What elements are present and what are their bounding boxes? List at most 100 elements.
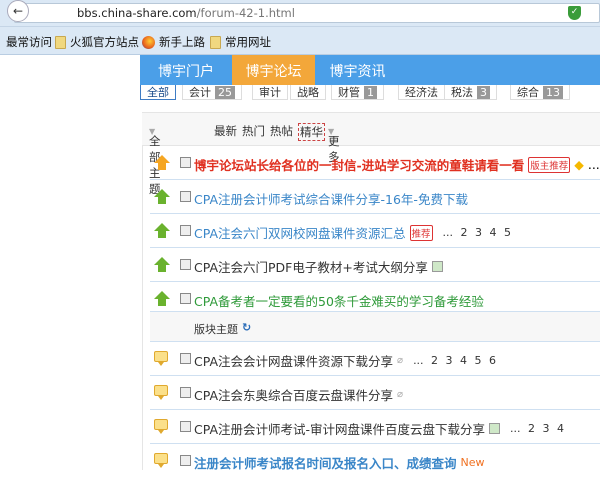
thread-title[interactable]: 注册会计师考试报名时间及报名入口、成绩查询 (194, 453, 457, 472)
bookmark-label: 新手上路 (159, 35, 205, 49)
category-label: 综合 (517, 86, 539, 99)
attachment-icon: ⌀ (397, 389, 404, 400)
select-checkbox[interactable] (180, 293, 191, 304)
firefox-icon (142, 35, 155, 49)
page-links[interactable]: ... 2 3 4 (510, 422, 564, 435)
category-tax-law[interactable]: 税法 3 (444, 84, 497, 100)
url-domain: bbs.china-share.com (77, 6, 197, 20)
category-label: 审计 (259, 86, 281, 99)
url-text: bbs.china-share.com/forum-42-1.html (77, 6, 295, 20)
back-button[interactable]: ← (7, 0, 29, 22)
category-label: 经济法 (405, 86, 438, 99)
filter-all-topics[interactable]: 全部主题 ▼ (149, 123, 161, 196)
thread-title[interactable]: 博宇论坛站长给各位的一封信-进站学习交流的童鞋请看一看 (194, 155, 524, 174)
thread-title[interactable]: CPA注册会计师考试综合课件分享-16年-免费下载 (194, 189, 468, 208)
filter-more[interactable]: 更多 ▼ (328, 123, 340, 164)
section-header: 版块主题 ↻ (150, 312, 600, 342)
nav-news[interactable]: 博宇资讯 (315, 55, 400, 85)
category-count: 13 (543, 86, 563, 99)
url-field[interactable]: ← bbs.china-share.com/forum-42-1.html ✓ (7, 0, 600, 23)
thread-row[interactable]: 注册会计师考试报名时间及报名入口、成绩查询 New (150, 444, 600, 478)
pinned-icon (154, 189, 170, 204)
category-finance[interactable]: 财管 1 (331, 84, 384, 100)
bookmark-firefox-site[interactable]: 火狐官方站点 (55, 34, 139, 50)
thread-bubble-icon (154, 419, 168, 434)
bookmarks-bar: 最常访问 火狐官方站点 新手上路 常用网址 (0, 27, 600, 55)
divider (142, 146, 143, 470)
select-checkbox[interactable] (180, 387, 191, 398)
category-count: 25 (215, 86, 235, 99)
category-accounting[interactable]: 会计 25 (182, 84, 242, 100)
recommend-tag: 版主推荐 (528, 156, 571, 173)
bookmark-getting-started[interactable]: 新手上路 (142, 34, 205, 50)
thread-title[interactable]: CPA备考者一定要看的50条千金难买的学习备考经验 (194, 291, 484, 310)
pinned-icon (154, 257, 170, 272)
thread-title[interactable]: CPA注会会计网盘课件资源下载分享 (194, 351, 393, 370)
nav-portal[interactable]: 博宇门户 (140, 55, 232, 85)
thread-title[interactable]: CPA注册会计师考试-审计网盘课件百度云盘下载分享 (194, 419, 485, 438)
select-checkbox[interactable] (180, 353, 191, 364)
category-label: 战略 (297, 86, 319, 99)
category-economic-law[interactable]: 经济法 (398, 84, 445, 100)
category-label: 财管 (338, 86, 360, 99)
thread-title[interactable]: CPA注会六门PDF电子教材+考试大纲分享 (194, 257, 428, 276)
shield-icon[interactable]: ✓ (568, 6, 581, 20)
recommend-tag: 推荐 (409, 224, 433, 241)
address-bar-area: ← bbs.china-share.com/forum-42-1.html ✓ (0, 0, 600, 27)
category-count: 1 (364, 86, 377, 99)
pinned-thread[interactable]: CPA备考者一定要看的50条千金难买的学习备考经验 (150, 282, 600, 312)
filter-latest[interactable]: 最新 (214, 123, 237, 139)
category-audit[interactable]: 审计 (252, 84, 288, 100)
thread-row[interactable]: CPA注会东奥综合百度云盘课件分享 ⌀ (150, 376, 600, 410)
thread-title[interactable]: CPA注会六门双网校网盘课件资源汇总 (194, 223, 406, 242)
pinned-icon (154, 291, 170, 306)
thread-bubble-icon (154, 385, 168, 400)
thread-row[interactable]: CPA注会会计网盘课件资源下载分享 ⌀ ... 2 3 4 5 6 (150, 342, 600, 376)
thread-row[interactable]: CPA注册会计师考试-审计网盘课件百度云盘下载分享 ... 2 3 4 (150, 410, 600, 444)
filter-bar: 全部主题 ▼ 最新 热门 热帖 精华 更多 ▼ (142, 112, 600, 196)
pinned-thread[interactable]: CPA注会六门双网校网盘课件资源汇总 推荐 ... 2 3 4 5 (150, 214, 600, 248)
pinned-thread[interactable]: CPA注册会计师考试综合课件分享-16年-免费下载 (150, 180, 600, 214)
category-count: 3 (477, 86, 490, 99)
thread-title[interactable]: CPA注会东奥综合百度云盘课件分享 (194, 385, 393, 404)
filter-digest[interactable]: 精华 (298, 123, 325, 141)
category-label: 会计 (189, 86, 211, 99)
reward-icon: ◆ (574, 157, 584, 172)
folder-icon (210, 35, 221, 49)
category-general[interactable]: 综合 13 (510, 84, 570, 100)
select-checkbox[interactable] (180, 455, 191, 466)
select-checkbox[interactable] (180, 225, 191, 236)
pinned-global-icon (154, 155, 170, 170)
select-checkbox[interactable] (180, 191, 191, 202)
thread-bubble-icon (154, 453, 168, 468)
category-strategy[interactable]: 战略 (290, 84, 326, 100)
filter-hot-posts[interactable]: 热帖 (270, 123, 293, 139)
category-label: 全部 (147, 86, 169, 99)
nav-forum[interactable]: 博宇论坛 (232, 55, 315, 85)
select-checkbox[interactable] (180, 157, 191, 168)
filter-hot[interactable]: 热门 (242, 123, 265, 139)
folder-icon (55, 35, 66, 49)
page-links[interactable]: ... 2 3 4 5 6 (413, 354, 496, 367)
section-label: 版块主题 (194, 323, 238, 336)
attachment-icon: ⌀ (397, 355, 404, 366)
pinned-thread[interactable]: CPA注会六门PDF电子教材+考试大纲分享 (150, 248, 600, 282)
pinned-icon (154, 223, 170, 238)
bookmark-common-sites[interactable]: 常用网址 (210, 34, 271, 50)
pages[interactable]: ... (588, 157, 600, 172)
url-path: /forum-42-1.html (196, 6, 295, 20)
category-tabs: 全部 会计 25 审计 战略 财管 1 经济法 税法 3 综合 13 (140, 84, 600, 102)
new-badge: New (460, 456, 485, 469)
bookmark-label: 火狐官方站点 (70, 35, 139, 49)
select-checkbox[interactable] (180, 259, 191, 270)
select-checkbox[interactable] (180, 421, 191, 432)
pinned-thread[interactable]: 博宇论坛站长给各位的一封信-进站学习交流的童鞋请看一看 版主推荐 ◆... (150, 146, 600, 180)
category-all[interactable]: 全部 (140, 84, 176, 100)
page-links[interactable]: ... 2 3 4 5 (443, 226, 511, 239)
image-attachment-icon (489, 423, 501, 434)
main-nav: 博宇门户 博宇论坛 博宇资讯 (140, 55, 600, 85)
bookmark-most-visited[interactable]: 最常访问 (6, 34, 52, 50)
bookmark-label: 常用网址 (225, 35, 271, 49)
refresh-icon[interactable]: ↻ (242, 321, 251, 334)
thread-bubble-icon (154, 351, 168, 366)
